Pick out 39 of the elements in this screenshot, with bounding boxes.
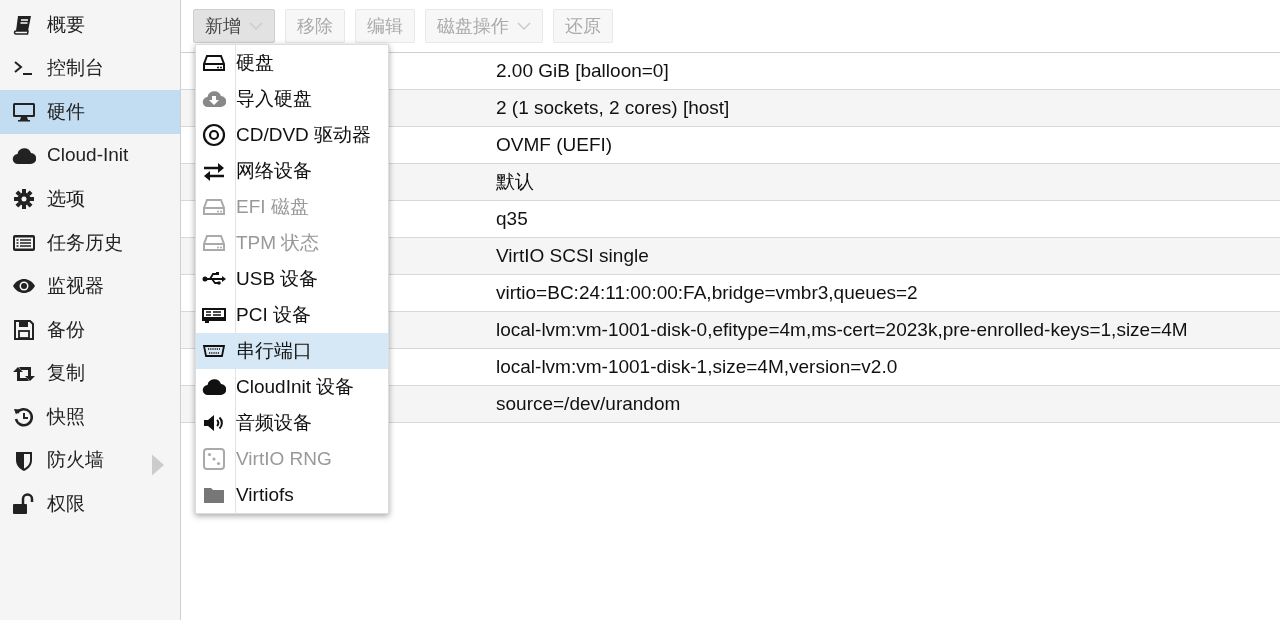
table-cell-text: 默认	[496, 169, 534, 194]
menu-item[interactable]: CloudInit 设备	[196, 369, 388, 405]
menu-item[interactable]: 硬盘	[196, 45, 388, 81]
sidebar-item[interactable]: 选项	[0, 177, 180, 221]
floppy-icon	[12, 317, 36, 342]
sidebar-item[interactable]: 控制台	[0, 46, 180, 91]
table-cell-text: local-lvm:vm-1001-disk-0,efitype=4m,ms-cert=2023k,pre-enrolled-keys=1,size=4M	[496, 317, 1188, 342]
table-cell-text: 2 (1 sockets, 2 cores) [host]	[496, 95, 730, 120]
sidebar-item[interactable]: 监视器	[0, 264, 180, 309]
menu-item[interactable]: 网络设备	[196, 153, 388, 189]
table-cell-text: virtio=BC:24:11:00:00:FA,bridge=vmbr3,queues=2	[496, 280, 918, 305]
sidebar-item[interactable]: 复制	[0, 351, 180, 396]
table-cell-text: source=/dev/urandom	[496, 391, 681, 416]
sidebar-item[interactable]: 权限	[0, 482, 180, 527]
disc-icon	[202, 123, 226, 147]
sidebar-item[interactable]: 硬件	[0, 90, 180, 134]
menu-item[interactable]: PCI 设备	[196, 297, 388, 333]
table-cell-text: local-lvm:vm-1001-disk-1,size=4M,version=v2.0	[496, 354, 898, 379]
menu-item[interactable]: Virtiofs	[196, 477, 388, 513]
unlock-icon	[12, 492, 36, 517]
menu-item[interactable]: 导入硬盘	[196, 81, 388, 117]
sidebar-item[interactable]: 防火墙	[0, 438, 180, 483]
toolbar-button[interactable]: 新增	[193, 9, 275, 43]
sidebar-item[interactable]: 概要	[0, 3, 180, 47]
settings-icon	[12, 187, 36, 212]
table-cell-text: OVMF (UEFI)	[496, 132, 613, 157]
menu-item[interactable]: USB 设备	[196, 261, 388, 297]
table-cell-text: q35	[496, 206, 528, 231]
dice-icon	[202, 447, 226, 471]
menu-item[interactable]: 串行端口	[196, 333, 388, 369]
menu-item[interactable]: CD/DVD 驱动器	[196, 117, 388, 153]
table-cell-text: 2.00 GiB [balloon=0]	[496, 58, 669, 83]
table-cell-text: VirtIO SCSI single	[496, 243, 649, 268]
monitor-icon	[12, 100, 36, 124]
menu-item[interactable]: 音频设备	[196, 405, 388, 441]
sidebar-item[interactable]: 快照	[0, 395, 180, 439]
sidebar-item[interactable]: Cloud-Init	[0, 133, 180, 178]
sidebar-item[interactable]: 备份	[0, 308, 180, 352]
sidebar-item[interactable]: 任务历史	[0, 220, 180, 265]
